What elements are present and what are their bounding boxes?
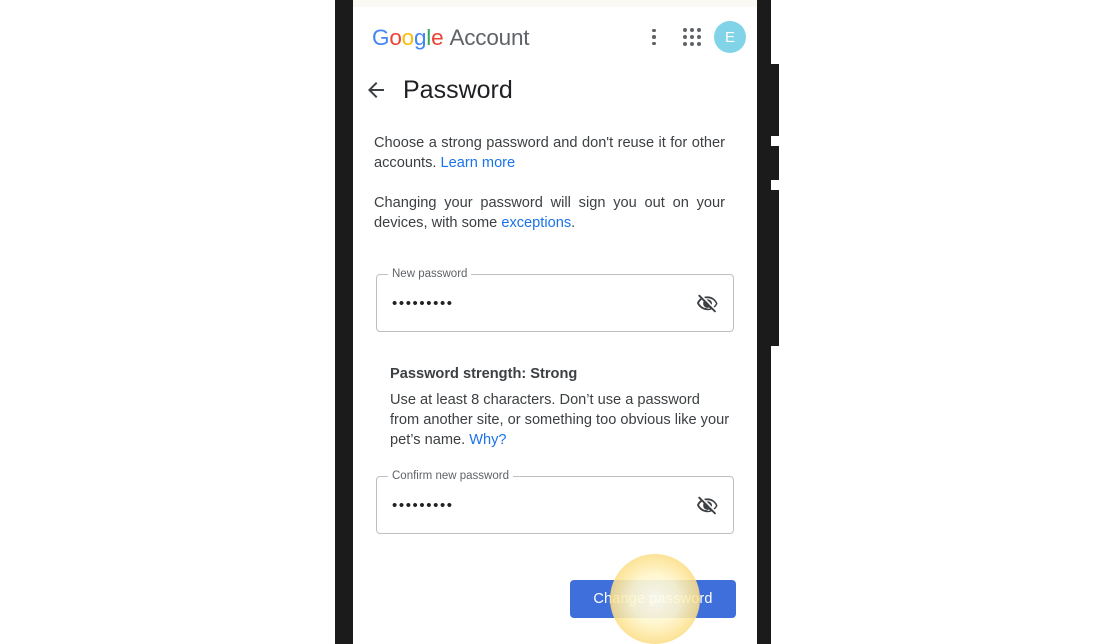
phone-side-button-upper[interactable] xyxy=(763,64,779,136)
password-strength-hint: Use at least 8 characters. Don’t use a p… xyxy=(390,390,732,450)
password-strength-hint-text: Use at least 8 characters. Don’t use a p… xyxy=(390,392,730,448)
app-header: Google Account E xyxy=(353,7,757,63)
learn-more-link[interactable]: Learn more xyxy=(441,155,516,171)
product-name-label: Account xyxy=(449,25,530,50)
new-password-field[interactable]: New password ••••••••• xyxy=(376,268,734,332)
header-icon-group: E xyxy=(635,18,746,56)
exceptions-link[interactable]: exceptions xyxy=(501,215,571,231)
password-strength-title: Password strength: Strong xyxy=(390,366,578,382)
logo-letter-o1: o xyxy=(389,25,402,50)
eye-off-icon xyxy=(696,294,718,312)
new-password-input[interactable]: ••••••••• xyxy=(392,275,454,331)
page-title-row: Password xyxy=(353,68,757,112)
eye-off-icon xyxy=(696,496,718,514)
intro-copy: Choose a strong password and don't reuse… xyxy=(353,124,757,233)
back-arrow-icon[interactable] xyxy=(364,78,388,102)
google-account-logo[interactable]: Google Account xyxy=(372,25,530,50)
intro-paragraph-2-tail: . xyxy=(571,214,576,231)
logo-letter-g2: g xyxy=(413,25,427,50)
new-password-visibility-toggle[interactable] xyxy=(690,286,724,320)
status-bar xyxy=(353,0,757,7)
kebab-menu-icon xyxy=(652,28,656,46)
logo-letter-o2: o xyxy=(401,25,415,50)
intro-paragraph-1: Choose a strong password and don't reuse… xyxy=(353,134,757,173)
apps-grid-button[interactable] xyxy=(673,18,711,56)
phone-bezel-left xyxy=(335,0,353,644)
screenshot-root: Google Account E Password Choose a stron… xyxy=(0,0,1110,644)
phone-side-button-middle[interactable] xyxy=(763,146,779,180)
logo-letter-e: e xyxy=(431,25,444,50)
confirm-password-field[interactable]: Confirm new password ••••••••• xyxy=(376,470,734,534)
change-password-button[interactable]: Change password xyxy=(570,580,736,618)
intro-paragraph-2: Changing your password will sign you out… xyxy=(353,194,757,233)
phone-side-button-lower[interactable] xyxy=(763,190,779,346)
avatar[interactable]: E xyxy=(714,21,746,53)
confirm-password-visibility-toggle[interactable] xyxy=(690,488,724,522)
apps-grid-icon xyxy=(683,28,701,46)
password-strength-block: Password strength: Strong Use at least 8… xyxy=(353,365,757,450)
phone-screen: Google Account E Password Choose a stron… xyxy=(353,0,757,644)
kebab-menu-button[interactable] xyxy=(635,18,673,56)
why-link[interactable]: Why? xyxy=(469,432,506,448)
page-title: Password xyxy=(403,75,513,104)
logo-letter-g: G xyxy=(372,25,390,50)
intro-paragraph-1-text: Choose a strong password and don't reuse… xyxy=(374,135,725,171)
confirm-password-input[interactable]: ••••••••• xyxy=(392,477,454,533)
